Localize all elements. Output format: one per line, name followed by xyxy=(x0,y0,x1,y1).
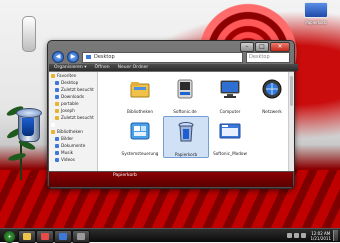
item-bibliotheken[interactable]: Bibliotheken xyxy=(118,74,162,114)
item-softonic[interactable]: Softonic.de xyxy=(163,74,207,114)
sidebar-item-icon xyxy=(55,108,59,113)
network-globe-icon xyxy=(262,79,282,99)
sidebar-item-label: Downloads xyxy=(61,94,84,99)
softonic-icon xyxy=(177,79,193,99)
sidebar-item-icon xyxy=(55,150,59,155)
show-desktop-button[interactable] xyxy=(333,230,338,241)
recycle-bin-preview-icon xyxy=(14,108,42,142)
open-button[interactable]: Öffnen xyxy=(94,65,109,70)
system-tray: 12:02 AM 1/21/2011 xyxy=(287,230,338,241)
address-bar[interactable]: Desktop xyxy=(82,51,243,63)
item-systemsteuerung[interactable]: Systemsteuerung xyxy=(118,116,162,156)
tray-flag-icon[interactable] xyxy=(287,233,293,238)
command-toolbar: Organisieren ▾ Öffnen Neuer Ordner xyxy=(49,64,298,71)
details-pane: Papierkorb xyxy=(49,172,293,187)
softonic-window-icon xyxy=(219,123,241,139)
desktop-icon[interactable]: Papierkorb xyxy=(298,2,334,28)
app-icon xyxy=(59,233,67,240)
sidebar-item-icon xyxy=(51,73,55,78)
sidebar-item-icon xyxy=(55,143,59,148)
folder-icon xyxy=(23,233,31,240)
sidebar-item[interactable]: Videos xyxy=(49,156,97,163)
desktop-shortcut-icon xyxy=(304,2,328,18)
sidebar-item-label: Zuletzt besucht xyxy=(61,115,94,120)
details-item-name: Papierkorb xyxy=(113,173,137,178)
item-softonic-modow[interactable]: Softonic_Modow xyxy=(208,116,252,156)
navigation-pane: Favoriten Desktop Zuletzt besucht Downloads… xyxy=(49,72,98,171)
sidebar-item-label: Joseph xyxy=(61,108,75,113)
sidebar-item[interactable]: Bibliotheken xyxy=(49,128,97,135)
tray-volume-icon[interactable] xyxy=(301,233,307,238)
file-view: Bibliotheken Softonic.de Computer Netzwe… xyxy=(98,72,294,171)
sidebar-item-icon xyxy=(51,129,55,134)
sidebar-item[interactable]: Zuletzt besucht xyxy=(49,86,97,93)
sidebar-item-icon xyxy=(55,80,59,85)
sidebar-item-label: Desktop xyxy=(61,80,79,85)
explorer-window: – □ ✕ ◀ ▶ Desktop Desktop durchsuchen Or… xyxy=(47,40,298,189)
sidebar-item[interactable]: Favoriten xyxy=(49,72,97,79)
vertical-scrollbar[interactable] xyxy=(288,72,294,171)
sidebar-item-icon xyxy=(55,157,59,162)
sidebar-item-label: Musik xyxy=(61,150,74,155)
item-label: Systemsteuerung xyxy=(121,151,159,156)
forward-button[interactable]: ▶ xyxy=(67,51,79,63)
navigation-bar: ◀ ▶ Desktop Desktop durchsuchen xyxy=(52,51,290,69)
sidebar-item-label: Bilder xyxy=(61,136,74,141)
computer-monitor-icon xyxy=(220,80,240,98)
sidebar-item-icon xyxy=(51,122,55,127)
app-icon xyxy=(41,233,49,240)
sidebar-item-label: Favoriten xyxy=(57,73,77,78)
address-text: Desktop xyxy=(94,53,115,60)
tray-network-icon[interactable] xyxy=(294,233,300,238)
sidebar-item-label: Dokumente xyxy=(61,143,86,148)
item-papierkorb[interactable]: Papierkorb xyxy=(163,116,209,158)
organize-button[interactable]: Organisieren ▾ xyxy=(54,65,86,70)
scrollbar-thumb[interactable] xyxy=(290,76,293,106)
sidebar-item[interactable]: Joseph xyxy=(49,107,97,114)
taskbar-item-app3[interactable] xyxy=(72,230,90,243)
taskbar-item-app1[interactable] xyxy=(36,230,54,243)
sidebar-item-icon xyxy=(55,115,59,120)
folder-icon xyxy=(86,55,91,59)
sidebar-item-icon xyxy=(55,101,59,106)
window-titlebar[interactable]: – □ ✕ xyxy=(48,41,294,52)
sidebar-item-label: Bibliotheken xyxy=(57,129,83,134)
item-label: Bibliotheken xyxy=(127,109,153,114)
sidebar-item-icon xyxy=(55,87,59,92)
item-label: Softonic_Modow xyxy=(213,151,247,156)
sidebar-item-label: portable xyxy=(61,101,79,106)
sidebar-item-label: Videos xyxy=(61,157,75,162)
library-folder-icon xyxy=(130,82,150,98)
search-input[interactable]: Desktop durchsuchen xyxy=(246,51,290,69)
sidebar-item[interactable]: Zuletzt besucht xyxy=(49,114,97,121)
recycle-bin-icon xyxy=(178,122,194,142)
sidebar-item-label: Zuletzt besucht xyxy=(61,87,94,92)
control-panel-icon xyxy=(130,122,150,140)
taskbar-item-app2[interactable] xyxy=(54,230,72,243)
item-label: Papierkorb xyxy=(174,152,198,157)
desktop-icon-label: Papierkorb xyxy=(305,20,327,25)
sidebar-item xyxy=(49,121,97,128)
sidebar-item[interactable]: Desktop xyxy=(49,79,97,86)
sidebar-item[interactable]: portable xyxy=(49,100,97,107)
item-label: Softonic.de xyxy=(173,109,197,114)
app-icon xyxy=(77,233,85,240)
sidebar-item[interactable]: Bilder xyxy=(49,135,97,142)
new-folder-button[interactable]: Neuer Ordner xyxy=(118,65,149,70)
item-computer[interactable]: Computer xyxy=(208,74,252,114)
taskbar: 12:02 AM 1/21/2011 xyxy=(0,228,340,243)
sidebar-item-icon xyxy=(55,136,59,141)
sidebar-item-icon xyxy=(55,94,59,99)
sidebar-item[interactable]: Downloads xyxy=(49,93,97,100)
clock[interactable]: 12:02 AM 1/21/2011 xyxy=(310,231,331,241)
item-label: Computer xyxy=(219,109,241,114)
clock-time: 12:02 AM xyxy=(311,230,331,236)
taskbar-item-explorer[interactable] xyxy=(18,230,36,243)
sidebar-item[interactable]: Dokumente xyxy=(49,142,97,149)
wall-ornament xyxy=(22,16,36,52)
sidebar-item[interactable]: Musik xyxy=(49,149,97,156)
clock-date: 1/21/2011 xyxy=(310,235,331,241)
back-button[interactable]: ◀ xyxy=(52,51,64,63)
start-button[interactable] xyxy=(3,230,16,243)
